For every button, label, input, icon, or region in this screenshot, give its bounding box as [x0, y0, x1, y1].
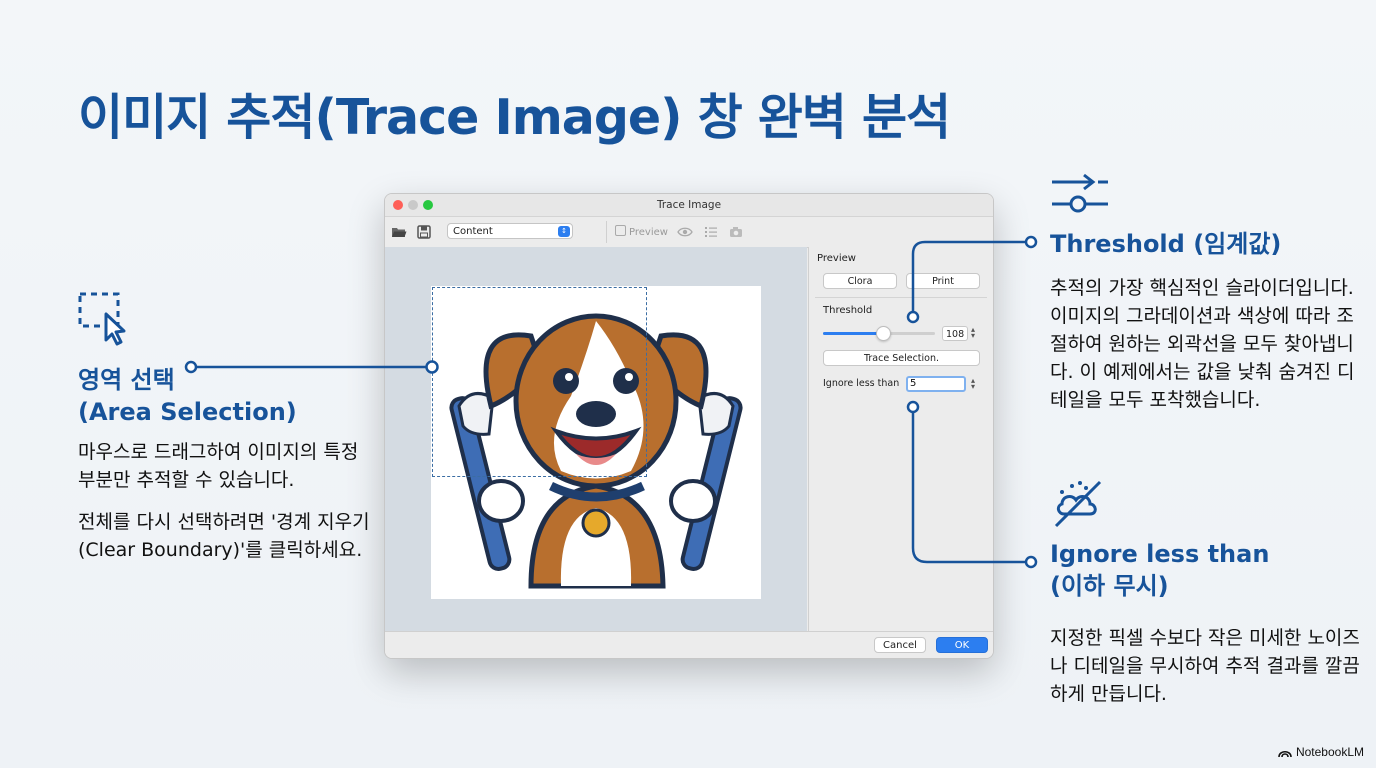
- area-selection-body-2: 전체를 다시 선택하려면 '경계 지우기(Clear Boundary)'를 클…: [78, 511, 370, 561]
- selection-cursor-icon: [78, 292, 126, 346]
- eye-icon[interactable]: [677, 224, 693, 240]
- trace-image-window: Trace Image Content ↕ Preview Preview Cl…: [384, 193, 994, 659]
- ignore-less-than-input[interactable]: 5: [906, 376, 966, 392]
- area-selection-rectangle[interactable]: [432, 287, 647, 477]
- callout-threshold: Threshold (임계값) 추적의 가장 핵심적인 슬라이더입니다. 이미지…: [1050, 170, 1370, 414]
- callout-ignore-less-than: Ignore less than (이하 무시) 지정한 픽셀 수보다 작은 미…: [1050, 480, 1370, 708]
- ignore-less-than-label: Ignore less than: [823, 378, 900, 389]
- brand-watermark: NotebookLM: [1278, 745, 1364, 759]
- callout-area-selection: 영역 선택 (Area Selection) 마우스로 드래그하여 이미지의 특…: [78, 290, 378, 564]
- preview-toolbar-button[interactable]: Preview: [615, 225, 668, 238]
- area-selection-title: 영역 선택 (Area Selection): [78, 364, 378, 428]
- list-icon[interactable]: [703, 224, 719, 240]
- ignore-stepper-icon[interactable]: ▴ ▾: [971, 377, 975, 391]
- preview-icon: [615, 225, 626, 236]
- image-canvas[interactable]: [385, 247, 807, 632]
- ignore-body: 지정한 픽셀 수보다 작은 미세한 노이즈나 디테일을 무시하여 추적 결과를 …: [1050, 627, 1360, 705]
- save-icon[interactable]: [416, 224, 432, 240]
- window-toolbar: Content ↕ Preview: [385, 217, 993, 248]
- close-window-button[interactable]: [393, 200, 403, 210]
- minimize-window-button[interactable]: [408, 200, 418, 210]
- sliders-icon: [1052, 173, 1108, 213]
- select-stepper-icon: ↕: [558, 226, 570, 237]
- mode-select[interactable]: Content ↕: [447, 223, 573, 239]
- ok-button[interactable]: OK: [936, 637, 988, 653]
- preview-toolbar-label: Preview: [629, 227, 668, 238]
- threshold-title: Threshold (임계값): [1050, 230, 1282, 258]
- panel-divider: [815, 297, 987, 298]
- area-selection-body-1: 마우스로 드래그하여 이미지의 특정 부분만 추적할 수 있습니다.: [78, 441, 359, 491]
- brand-name: NotebookLM: [1295, 745, 1364, 759]
- window-footer: Cancel OK: [385, 631, 993, 658]
- threshold-slider-thumb[interactable]: [876, 326, 892, 341]
- color-preview-button[interactable]: Clora: [823, 273, 897, 289]
- threshold-slider[interactable]: [823, 326, 935, 341]
- area-selection-title-en: (Area Selection): [78, 398, 297, 426]
- threshold-value-field[interactable]: 108: [942, 326, 968, 341]
- window-body: Preview Clora Print Threshold 108 ▴ ▾ Tra…: [385, 247, 993, 632]
- threshold-stepper-icon[interactable]: ▴ ▾: [971, 326, 975, 340]
- ignore-title-ko: (이하 무시): [1050, 572, 1169, 600]
- cancel-button[interactable]: Cancel: [874, 637, 926, 653]
- print-preview-button[interactable]: Print: [906, 273, 980, 289]
- area-selection-title-ko: 영역 선택: [78, 366, 175, 394]
- ignore-title-en: Ignore less than: [1050, 540, 1270, 568]
- settings-panel: Preview Clora Print Threshold 108 ▴ ▾ Tra…: [808, 247, 993, 632]
- open-folder-icon[interactable]: [391, 224, 407, 240]
- toolbar-divider: [606, 221, 607, 243]
- threshold-label: Threshold: [823, 305, 873, 316]
- window-title: Trace Image: [656, 199, 722, 211]
- zoom-window-button[interactable]: [423, 200, 433, 210]
- ignore-title: Ignore less than (이하 무시): [1050, 538, 1370, 602]
- camera-icon[interactable]: [728, 224, 744, 240]
- threshold-slider-fill: [823, 332, 883, 335]
- notebooklm-logo-icon: [1278, 750, 1292, 758]
- noise-off-icon: [1054, 480, 1102, 528]
- preview-heading: Preview: [817, 253, 856, 264]
- mode-select-value: Content: [453, 226, 493, 237]
- page-title: 이미지 추적(Trace Image) 창 완벽 분석: [78, 89, 951, 146]
- trace-selection-button[interactable]: Trace Selection.: [823, 350, 980, 366]
- threshold-body: 추적의 가장 핵심적인 슬라이더입니다. 이미지의 그라데이션과 색상에 따라 …: [1050, 277, 1355, 411]
- window-titlebar: Trace Image: [385, 194, 993, 217]
